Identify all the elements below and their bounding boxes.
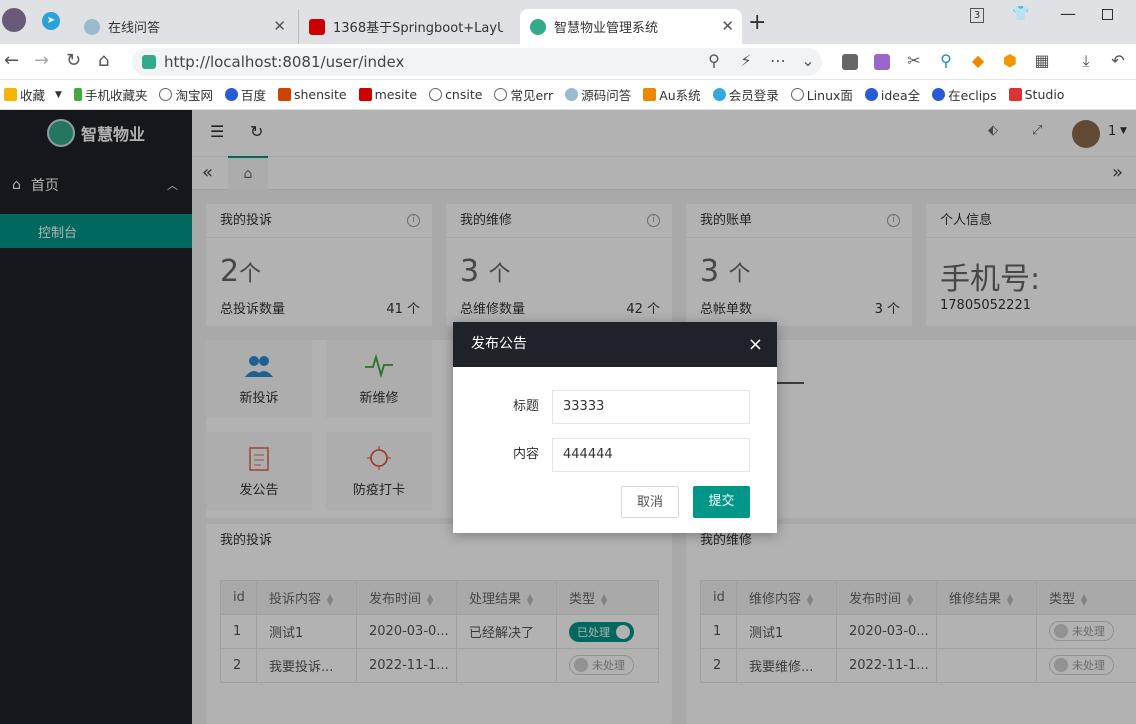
- bookmark-item[interactable]: 淘宝网: [159, 85, 213, 104]
- tab-count-badge[interactable]: 3: [970, 8, 984, 23]
- download-icon[interactable]: ⤓: [1076, 51, 1096, 71]
- site-icon: [277, 88, 291, 101]
- translate-icon[interactable]: [874, 54, 890, 70]
- tab-label: 1368基于Springboot+LayUI: [333, 21, 503, 36]
- tab-favicon: [84, 18, 100, 35]
- forward-icon[interactable]: →: [34, 50, 49, 71]
- lightning-icon[interactable]: ⚡: [736, 51, 756, 71]
- bookmark-item[interactable]: 源码问答: [565, 85, 631, 104]
- bookmark-item[interactable]: Au系统: [643, 85, 701, 104]
- title-label: 标题: [512, 399, 539, 414]
- close-tab-icon[interactable]: ✕: [273, 17, 286, 35]
- telegram-icon[interactable]: ➤: [42, 12, 60, 30]
- cancel-button[interactable]: 取消: [621, 486, 679, 518]
- search-icon[interactable]: ⚲: [704, 51, 724, 71]
- address-bar-row: ← → ↻ ⌂ http://localhost:8081/user/index…: [0, 44, 1136, 80]
- close-icon[interactable]: ×: [748, 322, 763, 367]
- maximize-button[interactable]: [1102, 9, 1113, 20]
- dialog-title: 发布公告: [471, 336, 527, 352]
- shield-ext-icon[interactable]: ⬢: [1000, 51, 1020, 71]
- dialog-header: 发布公告 ×: [453, 322, 777, 367]
- site-icon: [1008, 88, 1022, 101]
- content-row: 内容 444444: [453, 438, 777, 472]
- star-icon: [4, 88, 17, 101]
- tab-label: 在线问答: [108, 21, 161, 36]
- submit-button[interactable]: 提交: [693, 486, 750, 518]
- globe-icon: [494, 88, 508, 101]
- bookmark-item[interactable]: shensite: [277, 87, 347, 102]
- paw-icon: [224, 88, 238, 101]
- undo-icon[interactable]: ↶: [1108, 51, 1128, 71]
- bookmark-item[interactable]: cnsite: [429, 87, 482, 102]
- new-tab-button[interactable]: +: [748, 10, 766, 35]
- more-icon[interactable]: ⋯: [768, 51, 788, 71]
- bookmark-item[interactable]: 在eclips: [932, 85, 997, 104]
- minimize-button[interactable]: —: [1060, 4, 1076, 23]
- bookmark-item[interactable]: 百度: [224, 85, 266, 104]
- scissors-icon[interactable]: ✂: [904, 51, 924, 71]
- browser-tab-2[interactable]: 1368基于Springboot+LayUI: [298, 9, 516, 44]
- post-notice-dialog: 发布公告 × 标题 33333 内容 444444 取消 提交: [453, 322, 777, 533]
- bookmark-item[interactable]: Studio: [1008, 87, 1064, 102]
- browser-tab-strip: ➤ 在线问答 ✕ 1368基于Springboot+LayUI 智慧物业管理系统…: [0, 0, 1136, 44]
- bookmark-item[interactable]: Linux面: [790, 85, 853, 104]
- bookmark-item[interactable]: 常见err: [494, 85, 553, 104]
- browser-tab-3[interactable]: 智慧物业管理系统 ✕: [520, 9, 742, 44]
- cloud-icon: [712, 88, 726, 101]
- bookmark-item[interactable]: 收藏 ▼: [4, 85, 62, 104]
- shield-icon: [142, 55, 156, 69]
- extension-icon[interactable]: [842, 54, 858, 70]
- phone-icon: [73, 88, 82, 101]
- title-row: 标题 33333: [453, 390, 777, 424]
- content-label: 内容: [512, 447, 539, 462]
- chevron-down-icon[interactable]: ⌄: [798, 51, 818, 71]
- tab-favicon: [309, 18, 325, 35]
- profile-avatar[interactable]: [2, 8, 26, 32]
- globe-icon: [159, 88, 173, 101]
- bookmark-item[interactable]: mesite: [358, 87, 417, 102]
- bookmarks-bar: 收藏 ▼ 手机收藏夹 淘宝网 百度 shensite mesite cnsite …: [0, 80, 1136, 110]
- title-input[interactable]: 33333: [552, 390, 750, 424]
- site-icon: [358, 88, 372, 101]
- paw-icon: [932, 88, 946, 101]
- shirt-icon[interactable]: 👕: [1012, 6, 1029, 22]
- tab-label: 智慧物业管理系统: [554, 21, 659, 36]
- paw-icon: [864, 88, 878, 101]
- site-icon: [565, 88, 579, 101]
- close-tab-icon[interactable]: ✕: [721, 17, 734, 35]
- bookmark-item[interactable]: 手机收藏夹: [73, 85, 147, 104]
- rocket-favicon-icon: [530, 18, 546, 35]
- sidebar-overlay: [0, 110, 192, 724]
- apps-icon[interactable]: ▦: [1032, 51, 1052, 71]
- search-ext-icon[interactable]: ⚲: [936, 51, 956, 71]
- content-input[interactable]: 444444: [552, 438, 750, 472]
- back-icon[interactable]: ←: [4, 50, 19, 71]
- bookmark-item[interactable]: idea全: [864, 85, 920, 104]
- bookmark-item[interactable]: 会员登录: [712, 85, 779, 104]
- url-text: http://localhost:8081/user/index: [164, 53, 405, 71]
- site-icon: [643, 88, 657, 101]
- globe-icon: [429, 88, 443, 101]
- home-icon[interactable]: ⌂: [98, 50, 109, 71]
- globe-icon: [790, 88, 804, 101]
- reload-icon[interactable]: ↻: [66, 50, 81, 71]
- game-icon[interactable]: ◆: [968, 51, 988, 71]
- browser-tab-1[interactable]: 在线问答 ✕: [74, 9, 294, 44]
